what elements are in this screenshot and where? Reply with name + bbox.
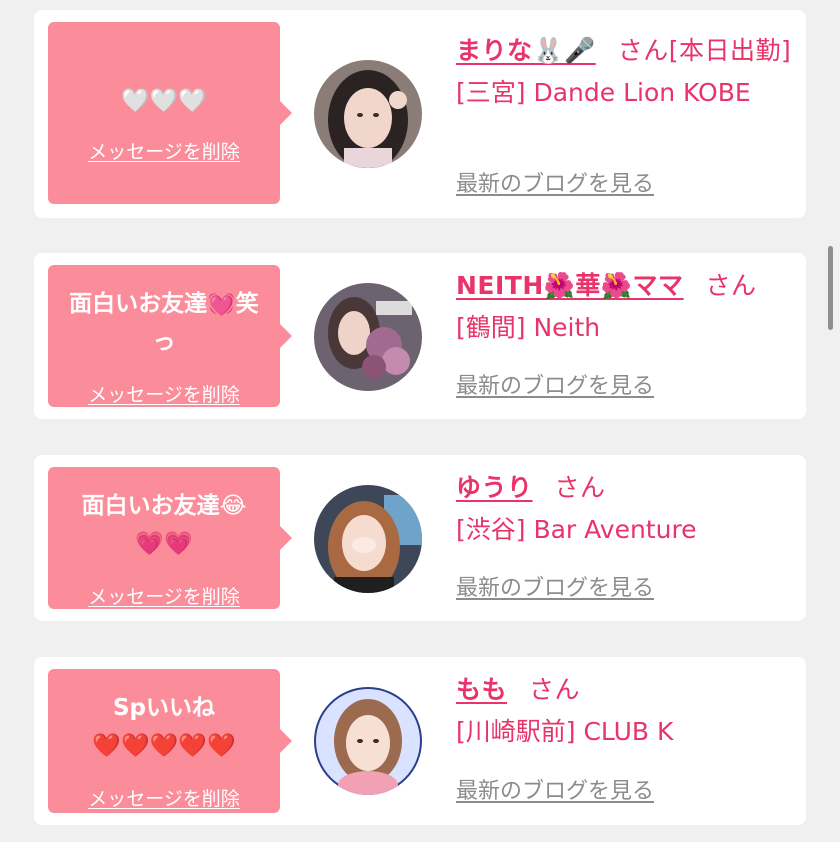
- latest-blog-link[interactable]: 最新のブログを見る: [456, 170, 654, 200]
- member-name-link[interactable]: まりな🐰🎤: [456, 36, 596, 65]
- message-bubble: Spいいね ❤️❤️❤️❤️❤️ メッセージを削除: [48, 669, 292, 813]
- member-suffix: さん: [554, 473, 606, 502]
- message-text: 🤍🤍🤍: [121, 88, 207, 114]
- shop-name: [三宮] Dande Lion KOBE: [456, 78, 751, 107]
- name-line: NEITH🌺華🌺ママ さん: [456, 265, 796, 307]
- message-bubble: 面白いお友達😂 💗💗 メッセージを削除: [48, 467, 292, 609]
- shop-name: [鶴間] Neith: [456, 313, 601, 342]
- latest-blog-link[interactable]: 最新のブログを見る: [456, 372, 654, 402]
- delete-message-link[interactable]: メッセージを削除: [48, 585, 280, 609]
- member-suffix: さん[本日出勤]: [617, 36, 792, 65]
- member-name-link[interactable]: もも: [456, 675, 507, 704]
- message-bubble: 🤍🤍🤍 メッセージを削除: [48, 22, 292, 204]
- message-text: 面白いお友達💓笑 っ: [69, 291, 259, 355]
- name-line: ゆうり さん: [456, 467, 796, 509]
- list-item: 🤍🤍🤍 メッセージを削除 まりな🐰🎤 さん[本日出勤] [三宮] Dande Li…: [34, 10, 806, 218]
- member-info: まりな🐰🎤 さん[本日出勤] [三宮] Dande Lion KOBE: [456, 30, 796, 114]
- shop-name: [川崎駅前] CLUB K: [456, 717, 674, 746]
- name-line: まりな🐰🎤 さん[本日出勤]: [456, 30, 796, 72]
- member-info: ゆうり さん [渋谷] Bar Aventure: [456, 467, 796, 551]
- avatar[interactable]: [314, 485, 422, 593]
- girl-photo-avatar-icon: [314, 60, 422, 168]
- message-text: Spいいね ❤️❤️❤️❤️❤️: [92, 695, 236, 759]
- scrollbar[interactable]: [828, 246, 833, 330]
- girl-selfie-avatar-icon: [314, 485, 422, 593]
- message-text: 面白いお友達😂 💗💗: [81, 493, 247, 557]
- delete-message-link[interactable]: メッセージを削除: [48, 383, 280, 407]
- delete-message-link[interactable]: メッセージを削除: [48, 787, 280, 811]
- member-name-link[interactable]: NEITH🌺華🌺ママ: [456, 271, 684, 300]
- list-item: Spいいね ❤️❤️❤️❤️❤️ メッセージを削除 もも さん [川崎駅前] CL…: [34, 657, 806, 825]
- avatar[interactable]: [314, 283, 422, 391]
- girl-portrait-avatar-icon: [314, 687, 422, 795]
- latest-blog-link[interactable]: 最新のブログを見る: [456, 777, 654, 807]
- member-suffix: さん: [529, 675, 581, 704]
- list-item: 面白いお友達😂 💗💗 メッセージを削除 ゆうり さん [渋谷] Bar Avent…: [34, 455, 806, 621]
- member-info: NEITH🌺華🌺ママ さん [鶴間] Neith: [456, 265, 796, 349]
- latest-blog-link[interactable]: 最新のブログを見る: [456, 574, 654, 604]
- avatar[interactable]: [314, 60, 422, 168]
- list-item: 面白いお友達💓笑 っ メッセージを削除 NEITH🌺華🌺ママ さん [鶴間] Ne…: [34, 253, 806, 419]
- shop-name: [渋谷] Bar Aventure: [456, 515, 697, 544]
- girl-with-flowers-avatar-icon: [314, 283, 422, 391]
- member-name-link[interactable]: ゆうり: [456, 473, 533, 502]
- message-list: 🤍🤍🤍 メッセージを削除 まりな🐰🎤 さん[本日出勤] [三宮] Dande Li…: [0, 0, 840, 842]
- avatar[interactable]: [314, 687, 422, 795]
- member-info: もも さん [川崎駅前] CLUB K: [456, 669, 796, 753]
- name-line: もも さん: [456, 669, 796, 711]
- delete-message-link[interactable]: メッセージを削除: [48, 140, 280, 164]
- member-suffix: さん: [705, 271, 757, 300]
- message-bubble: 面白いお友達💓笑 っ メッセージを削除: [48, 265, 292, 407]
